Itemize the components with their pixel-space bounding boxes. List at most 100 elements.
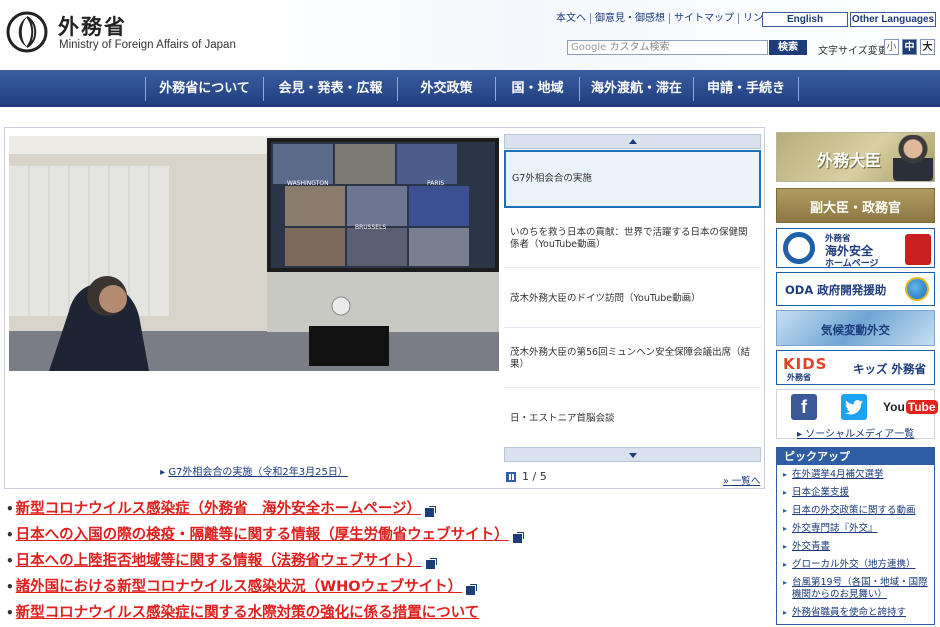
- english-button[interactable]: English: [762, 12, 848, 27]
- pickup-item[interactable]: 外交専門誌『外交』: [783, 523, 930, 535]
- minister-portrait: [893, 135, 933, 181]
- pickup-item-label[interactable]: 日本企業支援: [792, 487, 849, 498]
- pickup-item-label[interactable]: 在外選挙4月補欠選挙: [792, 469, 884, 480]
- social-media-list-link[interactable]: ▸ ソーシャルメディア一覧: [797, 425, 914, 440]
- other-languages-button[interactable]: Other Languages: [850, 12, 936, 27]
- pickup-item[interactable]: 在外選挙4月補欠選挙: [783, 469, 930, 481]
- pickup-item-label[interactable]: 外交専門誌『外交』: [792, 523, 878, 534]
- covid-link-text[interactable]: 新型コロナウイルス感染症（外務省 海外安全ホームページ）: [16, 501, 421, 517]
- facebook-icon[interactable]: f: [791, 394, 817, 420]
- slide-item[interactable]: 日・エストニア首脳会談: [504, 390, 761, 448]
- search-placeholder: カスタム検索: [609, 42, 670, 53]
- nav-about[interactable]: 外務省について: [145, 77, 263, 101]
- feature-slider: WASHINGTON PARIS BRUSSELS ▸ G7外相会合の実施（令和…: [4, 127, 765, 489]
- slide-item[interactable]: 茂木外務大臣のドイツ訪問（YouTube動画）: [504, 270, 761, 328]
- font-size-label: 文字サイズ変更: [818, 46, 888, 57]
- covid-link[interactable]: • 日本への上陸拒否地域等に関する情報（法務省ウェブサイト）: [6, 549, 766, 575]
- covid-link[interactable]: • 新型コロナウイルス感染症に関する水際対策の強化に係る措置について: [6, 601, 766, 627]
- nav-regions[interactable]: 国・地域: [495, 77, 579, 101]
- banner-foreign-minister-label: 外務大臣: [817, 151, 882, 170]
- arrow-up-icon: [629, 139, 637, 144]
- banner-oda-label: ODA 政府開発援助: [785, 283, 887, 297]
- external-link-icon: [425, 560, 435, 569]
- pickup-title: ピックアップ: [777, 448, 934, 465]
- pickup-item[interactable]: 日本の外交政策に関する動画: [783, 505, 930, 517]
- pickup-box: ピックアップ 在外選挙4月補欠選挙 日本企業支援 日本の外交政策に関する動画 外…: [776, 447, 935, 625]
- nav-press[interactable]: 会見・発表・広報: [263, 77, 397, 101]
- bullet-icon: •: [6, 528, 14, 542]
- search-button[interactable]: 検索: [769, 40, 807, 55]
- pause-icon[interactable]: [506, 472, 516, 482]
- slide-all-label: 一覧へ: [731, 476, 761, 487]
- link-skip-to-content[interactable]: 本文へ: [553, 13, 590, 24]
- banner-kids[interactable]: KIDS 外務省 キッズ 外務省: [776, 350, 935, 385]
- photo-label-washington: WASHINGTON: [287, 180, 329, 187]
- slide-caption-link[interactable]: G7外相会合の実施（令和2年3月25日）: [168, 467, 348, 478]
- pickup-item-label[interactable]: 台風第19号（各国・地域・国際機関からのお見舞い）: [792, 577, 928, 600]
- covid-link-text[interactable]: 新型コロナウイルス感染症に関する水際対策の強化に係る措置について: [16, 605, 480, 621]
- banner-overseas-safety-l3: ホームページ: [825, 259, 879, 268]
- link-sitemap[interactable]: サイトマップ: [669, 13, 738, 24]
- twitter-icon[interactable]: [841, 394, 867, 420]
- pickup-item-label[interactable]: 外交青書: [792, 541, 830, 552]
- slide-all-link[interactable]: » 一覧へ: [723, 473, 760, 487]
- font-size-large-button[interactable]: 大: [920, 39, 935, 55]
- covid-link-text[interactable]: 日本への入国の際の検疫・隔離等に関する情報（厚生労働省ウェブサイト）: [16, 527, 509, 543]
- slide-item[interactable]: G7外相会合の実施: [504, 150, 761, 208]
- slide-caption[interactable]: ▸ G7外相会合の実施（令和2年3月25日）: [5, 463, 503, 478]
- nav-procedures[interactable]: 申請・手続き: [693, 77, 799, 101]
- covid-links: • 新型コロナウイルス感染症（外務省 海外安全ホームページ） • 日本への入国の際の…: [6, 497, 766, 627]
- covid-link-text[interactable]: 日本への上陸拒否地域等に関する情報（法務省ウェブサイト）: [16, 553, 422, 569]
- g7-meeting-photo: [9, 136, 499, 371]
- slide-down-button[interactable]: [504, 447, 761, 462]
- banner-climate-diplomacy[interactable]: 気候変動外交: [776, 310, 935, 346]
- youtube-icon[interactable]: You Tube: [883, 394, 938, 420]
- font-size-medium-button[interactable]: 中: [902, 39, 917, 55]
- kids-logo: KIDS: [783, 355, 828, 373]
- bullet-icon: •: [6, 606, 14, 620]
- site-logo-ja[interactable]: 外務省: [58, 11, 127, 41]
- pickup-item[interactable]: 台風第19号（各国・地域・国際機関からのお見舞い）: [783, 577, 930, 601]
- slide-item[interactable]: いのちを救う日本の貢献：世界で活躍する日本の保健関係者（YouTube動画）: [504, 210, 761, 268]
- nav-policy[interactable]: 外交政策: [397, 77, 495, 101]
- arrow-down-icon: [629, 453, 637, 458]
- banner-oda[interactable]: ODA 政府開発援助: [776, 272, 935, 306]
- banner-foreign-minister[interactable]: 外務大臣: [776, 132, 935, 182]
- slide-photo[interactable]: WASHINGTON PARIS BRUSSELS: [9, 136, 499, 371]
- covid-link[interactable]: • 日本への入国の際の検疫・隔離等に関する情報（厚生労働省ウェブサイト）: [6, 523, 766, 549]
- link-feedback[interactable]: 御意見・御感想: [590, 13, 669, 24]
- utility-links: 本文へ 御意見・御感想 サイトマップ リンク集: [553, 13, 787, 24]
- photo-label-brussels: BRUSSELS: [355, 224, 387, 231]
- photo-label-paris: PARIS: [427, 180, 445, 187]
- banner-climate-label: 気候変動外交: [821, 323, 890, 337]
- covid-link-text[interactable]: 諸外国における新型コロナウイルス感染状況（WHOウェブサイト）: [16, 579, 462, 595]
- pickup-list: 在外選挙4月補欠選挙 日本企業支援 日本の外交政策に関する動画 外交専門誌『外交…: [777, 465, 934, 619]
- slide-up-button[interactable]: [504, 134, 761, 149]
- google-label: Google: [571, 42, 607, 53]
- banner-vice-ministers[interactable]: 副大臣・政務官: [776, 188, 935, 223]
- youtube-label-a: You: [883, 400, 905, 414]
- pickup-item[interactable]: 外務省職員を使命と誇持す: [783, 607, 930, 619]
- banner-kids-label: キッズ 外務省: [853, 362, 927, 376]
- slide-list: G7外相会合の実施 いのちを救う日本の貢献：世界で活躍する日本の保健関係者（Yo…: [504, 134, 762, 462]
- font-size-small-button[interactable]: 小: [884, 39, 899, 55]
- search-input[interactable]: Google カスタム検索: [567, 40, 768, 55]
- passport-icon: [905, 234, 931, 265]
- pickup-item[interactable]: グローカル外交（地方連携）: [783, 559, 930, 571]
- banner-overseas-safety[interactable]: 外務省 海外安全 ホームページ: [776, 228, 935, 268]
- pickup-item[interactable]: 外交青書: [783, 541, 930, 553]
- covid-link[interactable]: • 新型コロナウイルス感染症（外務省 海外安全ホームページ）: [6, 497, 766, 523]
- external-link-icon: [466, 586, 476, 595]
- mofa-logo-icon[interactable]: [6, 11, 48, 53]
- site-logo-en[interactable]: Ministry of Foreign Affairs of Japan: [59, 39, 236, 51]
- pickup-item-label[interactable]: 外務省職員を使命と誇持す: [792, 607, 906, 618]
- slide-item[interactable]: 茂木外務大臣の第56回ミュンヘン安全保障会議出席（結果）: [504, 330, 761, 388]
- pickup-item[interactable]: 日本企業支援: [783, 487, 930, 499]
- nav-travel[interactable]: 海外渡航・滞在: [579, 77, 693, 101]
- pickup-item-label[interactable]: 日本の外交政策に関する動画: [792, 505, 916, 516]
- bullet-icon: •: [6, 502, 14, 516]
- external-link-icon: [512, 534, 522, 543]
- pickup-item-label[interactable]: グローカル外交（地方連携）: [792, 559, 916, 570]
- covid-link[interactable]: • 諸外国における新型コロナウイルス感染状況（WHOウェブサイト）: [6, 575, 766, 601]
- globe-icon: [905, 277, 929, 301]
